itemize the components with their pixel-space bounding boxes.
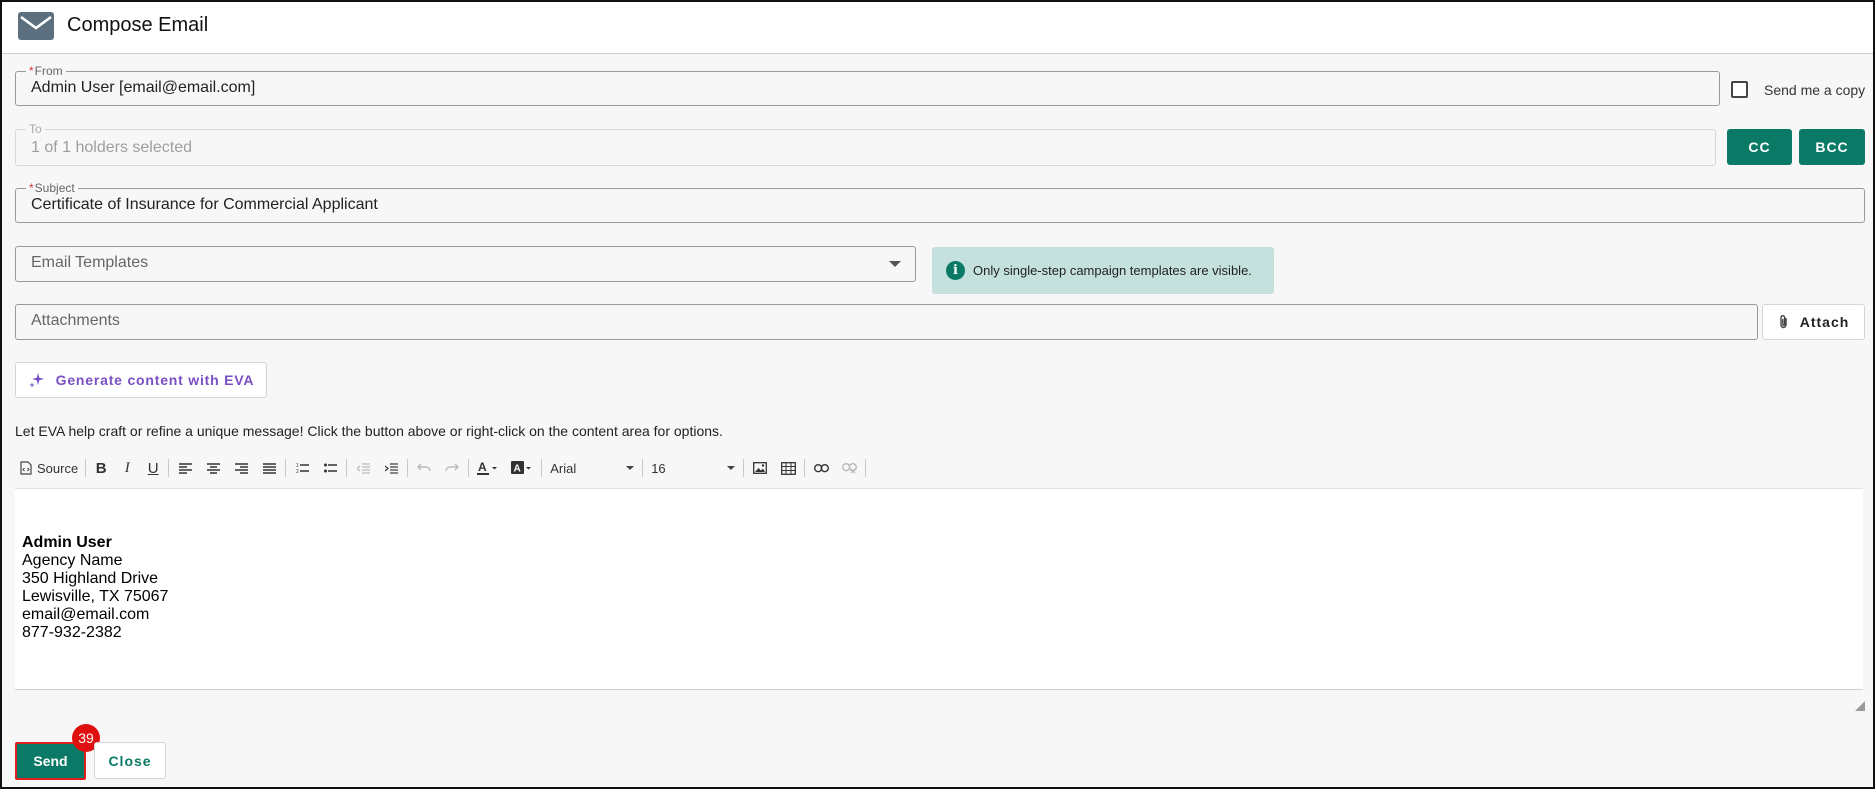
from-field[interactable]: *From Admin User [email@email.com] — [15, 64, 1720, 106]
attachments-field[interactable]: Attachments — [15, 304, 1758, 340]
templates-info-box: i Only single-step campaign templates ar… — [932, 247, 1274, 294]
redo-icon[interactable] — [438, 455, 466, 481]
table-icon[interactable] — [774, 455, 802, 481]
toolbar-divider — [865, 459, 867, 477]
background-color-icon[interactable]: A — [505, 455, 539, 481]
generate-eva-label: Generate content with EVA — [55, 372, 255, 388]
toolbar-divider — [85, 459, 87, 477]
paperclip-icon — [1780, 315, 1787, 329]
outdent-icon[interactable] — [349, 455, 377, 481]
dialog-header: Compose Email — [2, 2, 1873, 54]
send-copy-checkbox[interactable] — [1731, 81, 1748, 98]
bold-icon[interactable]: B — [88, 455, 114, 481]
toolbar-divider — [346, 459, 348, 477]
email-signature: Admin User Agency Name 350 Highland Driv… — [22, 534, 168, 642]
attach-button[interactable]: Attach — [1762, 304, 1865, 340]
toolbar-divider — [804, 459, 806, 477]
bcc-button[interactable]: BCC — [1799, 129, 1865, 165]
font-size-select[interactable]: 16 — [645, 455, 741, 481]
email-body-editor[interactable]: Admin User Agency Name 350 Highland Driv… — [15, 488, 1863, 690]
cc-button[interactable]: CC — [1727, 129, 1792, 165]
toolbar-divider — [407, 459, 409, 477]
templates-info-text: Only single-step campaign templates are … — [973, 263, 1252, 278]
required-marker: * — [29, 181, 34, 195]
subject-field[interactable]: *Subject Certificate of Insurance for Co… — [15, 181, 1865, 223]
subject-value: Certificate of Insurance for Commercial … — [31, 196, 378, 213]
signature-phone: 877-932-2382 — [22, 624, 122, 641]
toolbar-divider — [642, 459, 644, 477]
to-label: To — [26, 122, 45, 136]
signature-address-line1: 350 Highland Drive — [22, 570, 159, 587]
send-copy-label: Send me a copy — [1764, 81, 1866, 98]
svg-text:A: A — [514, 464, 521, 475]
send-copy-option[interactable]: Send me a copy — [1731, 81, 1865, 98]
source-icon — [20, 461, 32, 475]
attachments-placeholder: Attachments — [31, 312, 120, 329]
svg-text:A: A — [478, 461, 487, 474]
generate-eva-button[interactable]: Generate content with EVA — [15, 362, 267, 398]
svg-text:2: 2 — [296, 469, 299, 474]
eva-helper-text: Let EVA help craft or refine a unique me… — [15, 423, 723, 439]
signature-email: email@email.com — [22, 606, 150, 623]
subject-label: *Subject — [26, 181, 78, 195]
toolbar-divider — [743, 459, 745, 477]
numbered-list-icon[interactable]: 12 — [288, 455, 316, 481]
font-family-value: Arial — [550, 460, 577, 476]
align-justify-icon[interactable] — [255, 455, 283, 481]
close-button[interactable]: Close — [94, 742, 166, 779]
required-marker: * — [29, 64, 34, 78]
font-size-value: 16 — [651, 460, 666, 476]
unlink-icon[interactable] — [835, 455, 863, 481]
image-icon[interactable] — [746, 455, 774, 481]
toolbar-divider — [285, 459, 287, 477]
align-right-icon[interactable] — [227, 455, 255, 481]
compose-email-dialog: Compose Email *From Admin User [email@em… — [0, 0, 1875, 789]
sparkle-icon — [28, 373, 44, 388]
italic-icon[interactable]: I — [114, 455, 140, 481]
signature-address-line2: Lewisville, TX 75067 — [22, 588, 169, 605]
attach-label: Attach — [1799, 314, 1850, 330]
bulleted-list-icon[interactable] — [316, 455, 344, 481]
signature-agency: Agency Name — [22, 552, 123, 569]
email-templates-select[interactable]: Email Templates — [15, 246, 916, 282]
page-title: Compose Email — [67, 14, 209, 36]
undo-icon[interactable] — [410, 455, 438, 481]
source-button[interactable]: Source — [15, 455, 83, 481]
source-label: Source — [37, 460, 79, 476]
align-center-icon[interactable] — [199, 455, 227, 481]
resize-handle-icon[interactable] — [1855, 701, 1865, 711]
editor-toolbar: Source B I U 12 A A Arial 16 — [15, 450, 1863, 486]
to-value: 1 of 1 holders selected — [31, 139, 192, 156]
email-templates-placeholder: Email Templates — [31, 254, 149, 271]
indent-icon[interactable] — [377, 455, 405, 481]
toolbar-divider — [468, 459, 470, 477]
to-field[interactable]: To 1 of 1 holders selected — [15, 122, 1716, 166]
text-color-icon[interactable]: A — [471, 455, 505, 481]
chevron-down-icon — [889, 261, 901, 267]
link-icon[interactable] — [807, 455, 835, 481]
align-left-icon[interactable] — [171, 455, 199, 481]
toolbar-divider — [541, 459, 543, 477]
mail-icon — [18, 12, 54, 40]
font-family-select[interactable]: Arial — [544, 455, 640, 481]
info-icon: i — [946, 261, 965, 280]
toolbar-divider — [168, 459, 170, 477]
chevron-down-icon — [727, 466, 736, 470]
from-label: *From — [26, 64, 66, 78]
signature-name: Admin User — [22, 534, 112, 551]
chevron-down-icon — [626, 466, 635, 470]
from-value: Admin User [email@email.com] — [31, 79, 256, 96]
underline-icon[interactable]: U — [140, 455, 166, 481]
